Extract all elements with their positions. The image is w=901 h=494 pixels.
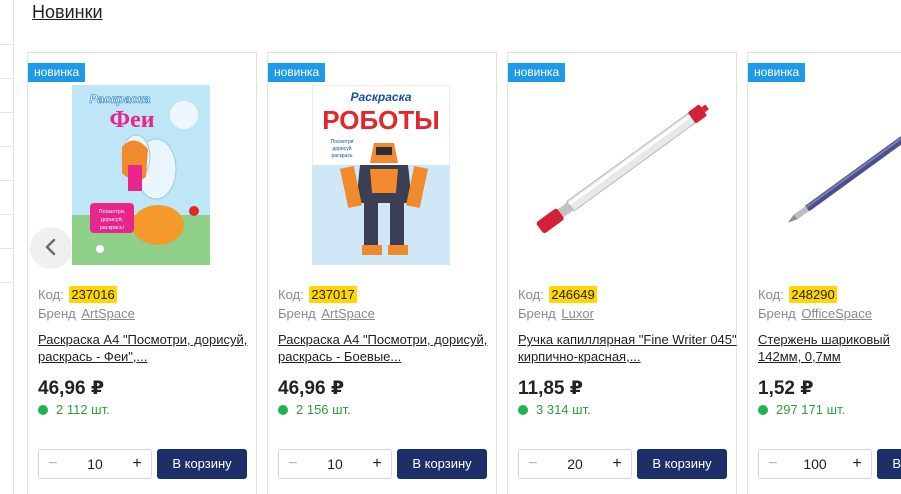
sidebar-divider: [0, 78, 14, 79]
in-stock-dot-icon: [518, 405, 528, 415]
brand-label: Бренд: [38, 306, 76, 321]
product-title-link[interactable]: Раскраска А4 "Посмотри, дорисуй, раскрас…: [38, 331, 258, 365]
product-brand: Бренд ArtSpace: [278, 306, 375, 321]
code-label: Код:: [38, 287, 64, 302]
new-badge: новинка: [268, 63, 326, 82]
product-card: новинка Код: 246649 Бренд Luxor Ручка ка…: [507, 52, 737, 494]
product-card: новинка Раскраска Феи Посмотри, дорисуй,…: [27, 52, 257, 494]
stock-status: 3 314 шт.: [518, 402, 591, 417]
quantity-stepper: − 10 +: [278, 449, 392, 479]
code-value: 237016: [69, 286, 117, 303]
new-badge: новинка: [748, 63, 806, 82]
brand-link[interactable]: OfficeSpace: [801, 306, 872, 321]
quantity-stepper: − 20 +: [518, 449, 632, 479]
in-stock-dot-icon: [758, 405, 768, 415]
product-brand: Бренд Luxor: [518, 306, 594, 321]
decrement-button[interactable]: −: [759, 450, 787, 478]
product-card: новинка Раскраска РОБОТЫ Посмотри дорису…: [267, 52, 497, 494]
brand-label: Бренд: [278, 306, 316, 321]
svg-text:дорисуй: дорисуй: [332, 145, 351, 152]
product-brand: Бренд ArtSpace: [38, 306, 135, 321]
code-value: 237017: [309, 286, 357, 303]
new-badge: новинка: [28, 63, 86, 82]
quantity-input[interactable]: 100: [787, 450, 843, 478]
cover-headline: Феи: [109, 107, 154, 133]
carousel-prev-button[interactable]: [30, 227, 72, 269]
brand-link[interactable]: Luxor: [561, 306, 594, 321]
decrement-button[interactable]: −: [519, 450, 547, 478]
product-code: Код: 248290: [758, 286, 837, 303]
brand-label: Бренд: [518, 306, 556, 321]
quantity-stepper: − 10 +: [38, 449, 152, 479]
sidebar-divider: [0, 44, 14, 45]
cover-caption: Раскраска: [89, 92, 150, 106]
in-stock-dot-icon: [278, 405, 288, 415]
cover-headline: РОБОТЫ: [322, 105, 439, 135]
product-price: 1,52 ₽: [758, 378, 814, 399]
left-sidebar-edge: [0, 0, 14, 494]
quantity-input[interactable]: 20: [547, 450, 603, 478]
stock-count: 2 112 шт.: [56, 402, 110, 417]
sidebar-divider: [0, 214, 14, 215]
section-title-link[interactable]: Новинки: [32, 2, 103, 23]
add-to-cart-button[interactable]: В корзину: [637, 449, 727, 479]
code-value: 246649: [549, 286, 597, 303]
svg-text:раскрась!: раскрась!: [100, 225, 125, 231]
svg-text:дорисуй,: дорисуй,: [101, 216, 124, 223]
quantity-input[interactable]: 10: [307, 450, 363, 478]
increment-button[interactable]: +: [843, 450, 871, 478]
increment-button[interactable]: +: [123, 450, 151, 478]
sidebar-divider: [0, 180, 14, 181]
stock-status: 297 171 шт.: [758, 402, 845, 417]
svg-text:раскрась: раскрась: [332, 153, 353, 159]
add-to-cart-button[interactable]: В корзину: [877, 449, 901, 479]
product-title-link[interactable]: Раскраска А4 "Посмотри, дорисуй, раскрас…: [278, 331, 498, 365]
svg-text:Посмотри: Посмотри: [331, 139, 354, 145]
code-label: Код:: [278, 287, 304, 302]
stock-status: 2 156 шт.: [278, 402, 351, 417]
add-to-cart-button[interactable]: В корзину: [397, 449, 487, 479]
in-stock-dot-icon: [38, 405, 48, 415]
code-label: Код:: [758, 287, 784, 302]
product-image-ballpoint-refill[interactable]: [756, 93, 901, 243]
product-image-capillary-pen[interactable]: [516, 93, 730, 243]
stock-status: 2 112 шт.: [38, 402, 110, 417]
add-to-cart-button[interactable]: В корзину: [157, 449, 247, 479]
sidebar-divider: [0, 248, 14, 249]
product-card: новинка Код: 248290 Бренд OfficeSpace Ст…: [747, 52, 901, 494]
cover-caption: Раскраска: [350, 90, 411, 104]
product-code: Код: 237016: [38, 286, 117, 303]
product-title-link[interactable]: Стержень шариковый 142мм, 0,7мм: [758, 331, 901, 365]
sidebar-divider: [0, 112, 14, 113]
stock-count: 3 314 шт.: [536, 402, 591, 417]
stock-count: 297 171 шт.: [776, 402, 846, 417]
brand-label: Бренд: [758, 306, 796, 321]
product-code: Код: 237017: [278, 286, 357, 303]
increment-button[interactable]: +: [603, 450, 631, 478]
product-price: 46,96 ₽: [38, 378, 105, 399]
product-price: 11,85 ₽: [518, 378, 583, 399]
increment-button[interactable]: +: [363, 450, 391, 478]
product-image-coloring-book-fairies[interactable]: Раскраска Феи Посмотри, дорисуй, раскрас…: [72, 85, 210, 265]
product-carousel: новинка Раскраска Феи Посмотри, дорисуй,…: [27, 52, 901, 494]
quantity-input[interactable]: 10: [67, 450, 123, 478]
code-label: Код:: [518, 287, 544, 302]
code-value: 248290: [789, 286, 837, 303]
sidebar-divider: [0, 282, 14, 283]
sidebar-divider: [0, 146, 14, 147]
decrement-button[interactable]: −: [279, 450, 307, 478]
stock-count: 2 156 шт.: [296, 402, 351, 417]
brand-link[interactable]: ArtSpace: [321, 306, 374, 321]
product-code: Код: 246649: [518, 286, 597, 303]
product-image-coloring-book-robots[interactable]: Раскраска РОБОТЫ Посмотри дорисуй раскра…: [311, 84, 451, 266]
product-title-link[interactable]: Ручка капиллярная "Fine Writer 045" кирп…: [518, 331, 738, 365]
quantity-stepper: − 100 +: [758, 449, 872, 479]
product-price: 46,96 ₽: [278, 378, 345, 399]
product-brand: Бренд OfficeSpace: [758, 306, 872, 321]
new-badge: новинка: [508, 63, 566, 82]
chevron-left-icon: [45, 238, 56, 255]
brand-link[interactable]: ArtSpace: [81, 306, 134, 321]
decrement-button[interactable]: −: [39, 450, 67, 478]
svg-text:Посмотри,: Посмотри,: [99, 209, 126, 215]
